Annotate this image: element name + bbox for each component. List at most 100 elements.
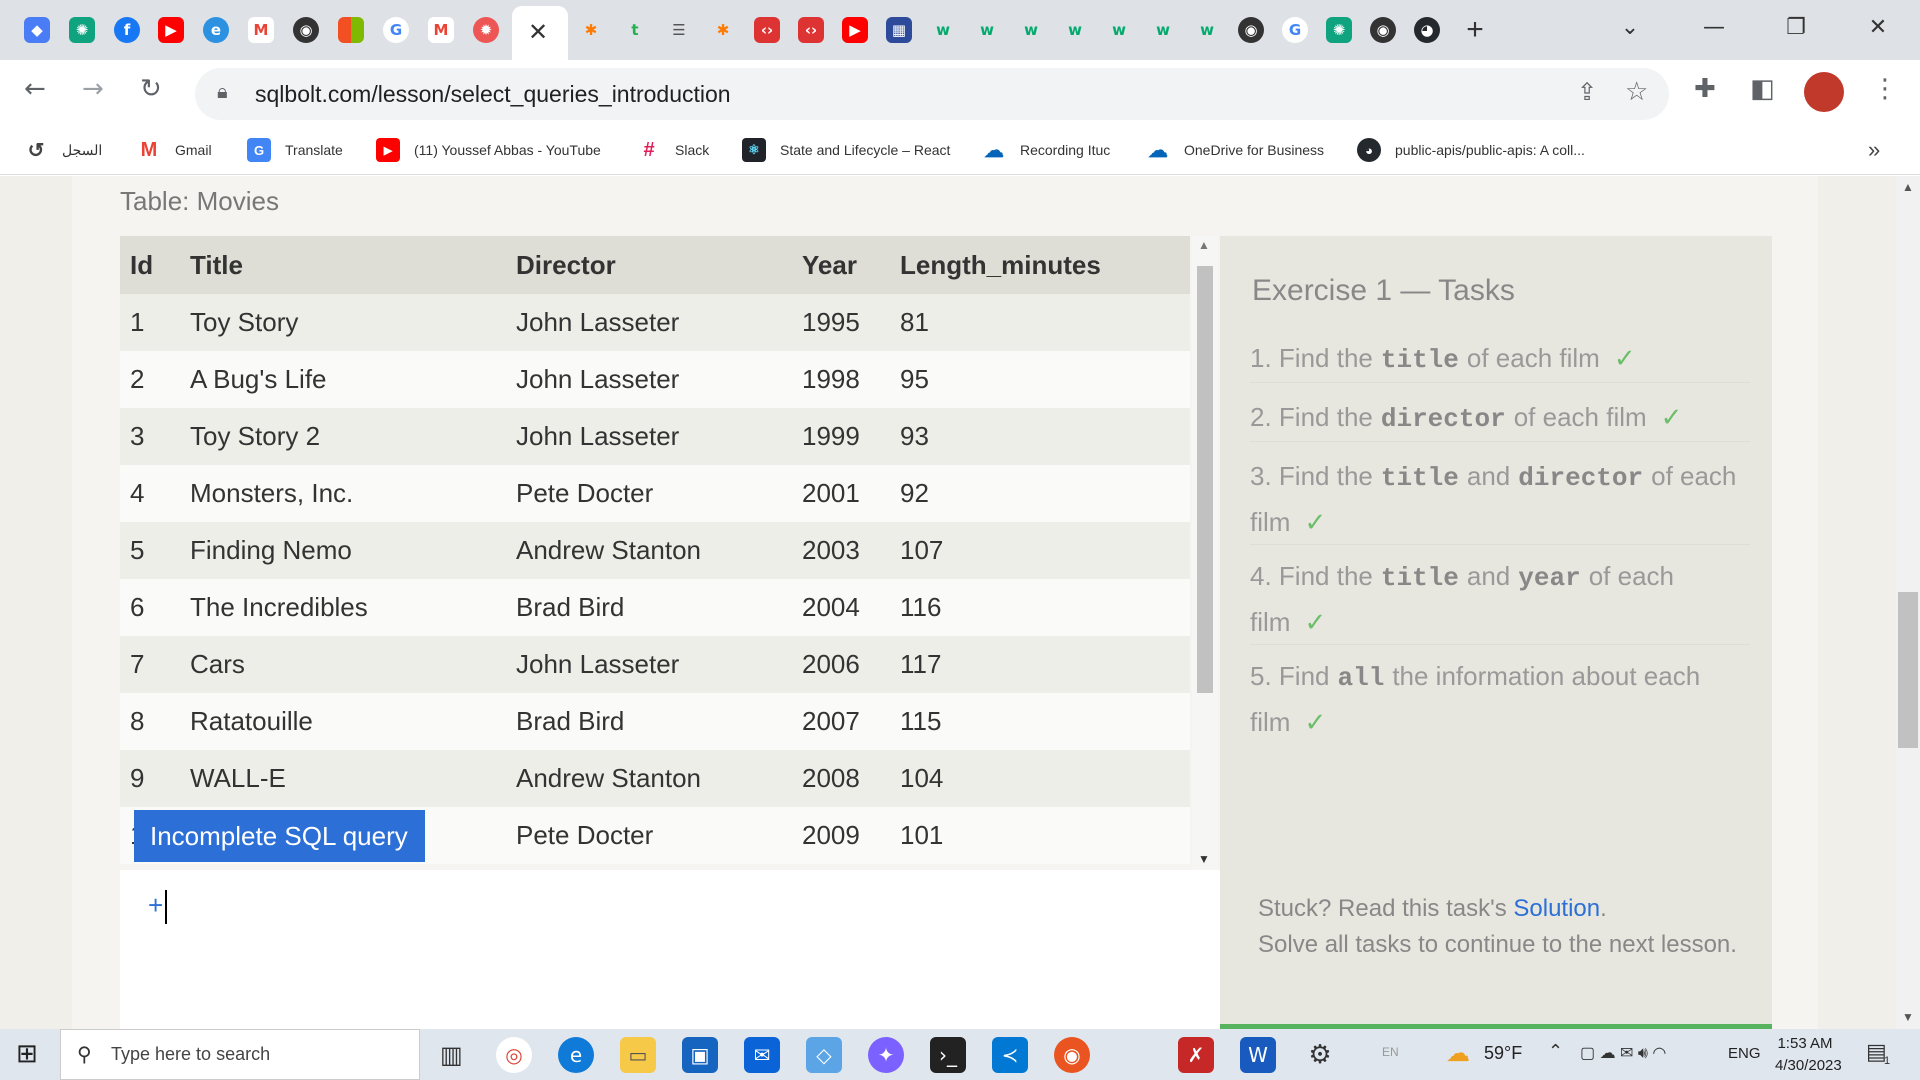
lock-icon[interactable]: 🔒︎ [217,81,228,104]
windows-taskbar: ⊞ ⚲ Type here to search ▥ ◎ e ▭ ▣ ✉ ◇ ✦ … [0,1029,1920,1080]
reload-icon[interactable]: ↻ [140,74,162,104]
page-scrollbar[interactable]: ▲ ▼ [1896,176,1920,1029]
side-panel-icon[interactable]: ◧ [1750,74,1775,104]
vscode-icon[interactable]: ≺ [992,1037,1028,1073]
back-icon[interactable]: ← [24,74,46,104]
terminal-icon[interactable]: ›_ [930,1037,966,1073]
input-indicator[interactable]: EN [1382,1045,1399,1059]
forward-icon[interactable]: → [82,74,104,104]
language-indicator[interactable]: ENG [1728,1045,1761,1062]
sql-editor[interactable]: + [120,870,1220,1029]
table-cell: 2 [120,351,180,408]
tab[interactable]: ✺ [67,12,97,48]
table-cell: Toy Story [180,294,506,351]
tab[interactable]: w [1104,12,1134,48]
bookmark-public-apis[interactable]: ◕ public-apis/public-apis: A coll... [1357,137,1585,163]
clock[interactable]: 1:53 AM 4/30/2023 [1775,1033,1842,1077]
tab[interactable]: ✹ [471,12,501,48]
scroll-up-icon[interactable]: ▲ [1902,180,1914,194]
bookmark-translate[interactable]: G Translate [247,137,343,163]
chevron-up-icon[interactable]: ⌃ [1548,1041,1563,1062]
tab[interactable]: w [1060,12,1090,48]
tab[interactable]: e [201,12,231,48]
table-scrollbar[interactable]: ▲ ▼ [1192,236,1218,870]
tab[interactable]: ‹› [796,12,826,48]
tab-search-icon[interactable]: ⌄ [1600,10,1660,44]
windows-start-icon[interactable]: ⊞ [16,1039,38,1069]
bookmark-youtube[interactable]: ▶ (11) Youssef Abbas - YouTube [376,137,601,163]
scroll-down-icon[interactable]: ▼ [1198,852,1210,866]
scroll-up-icon[interactable]: ▲ [1198,238,1210,252]
extensions-icon[interactable]: ✚ [1694,74,1716,104]
tab[interactable]: ‹› [752,12,782,48]
tab[interactable]: ▶ [840,12,870,48]
bookmark-onedrive[interactable]: ☁ OneDrive for Business [1146,137,1324,163]
tab[interactable]: w [928,12,958,48]
bookmark-recording-ituc[interactable]: ☁ Recording Ituc [982,137,1110,163]
edge-icon[interactable]: e [558,1037,594,1073]
app-icon[interactable]: ✦ [868,1037,904,1073]
menu-icon[interactable]: ⋮ [1872,74,1898,104]
bookmark-history[interactable]: ↺ السجل [24,137,103,163]
new-tab-button[interactable]: + [1460,12,1490,48]
tab[interactable]: ◉ [1368,12,1398,48]
bookmark-gmail[interactable]: M Gmail [137,137,212,163]
pdf-icon[interactable]: ✗ [1178,1037,1214,1073]
tab[interactable]: M [246,12,276,48]
file-explorer-icon[interactable]: ▭ [620,1037,656,1073]
word-icon[interactable]: W [1240,1037,1276,1073]
mail-icon[interactable]: ✉ [744,1037,780,1073]
tab[interactable]: ✱ [708,12,738,48]
tab[interactable]: G [1280,12,1310,48]
bookmark-star-icon[interactable]: ☆ [1625,76,1648,107]
restore-button[interactable]: ❐ [1766,10,1826,44]
system-tray-icons[interactable]: ▢ ☁ ✉ 🔊︎ ◠ [1580,1043,1666,1063]
ubuntu-icon[interactable]: ◉ [1054,1037,1090,1073]
tab[interactable]: w [972,12,1002,48]
store-icon[interactable]: ▣ [682,1037,718,1073]
solution-link[interactable]: Solution [1513,895,1600,922]
avatar[interactable] [1804,72,1844,112]
active-tab[interactable]: ✕ [512,6,568,60]
tab[interactable]: ◆ [22,12,52,48]
browser-toolbar: ← → ↻ 🔒︎ sqlbolt.com/lesson/select_queri… [0,60,1920,127]
tab[interactable]: ✱ [576,12,606,48]
tab[interactable]: G [381,12,411,48]
tab[interactable]: f [112,12,142,48]
more-bookmarks-icon[interactable]: » [1868,137,1880,163]
tab[interactable]: ▦ [884,12,914,48]
weather-text[interactable]: 59°F [1484,1043,1522,1064]
close-icon[interactable]: ✕ [528,18,548,47]
editor-text[interactable]: + [148,890,163,921]
weather-icon[interactable]: ☁ [1446,1039,1470,1068]
tab[interactable]: ☰ [664,12,694,48]
app-icon[interactable]: ◇ [806,1037,842,1073]
scroll-down-icon[interactable]: ▼ [1902,1010,1914,1024]
close-window-button[interactable]: ✕ [1848,10,1908,44]
tab[interactable]: ✺ [1324,12,1354,48]
bookmark-react[interactable]: ⚛ State and Lifecycle – React [742,137,950,163]
bookmark-slack[interactable]: # Slack [637,137,709,163]
address-bar[interactable]: 🔒︎ sqlbolt.com/lesson/select_queries_int… [195,68,1669,120]
tab[interactable]: t [620,12,650,48]
tab[interactable]: w [1016,12,1046,48]
w3schools-icon: w [1112,21,1126,39]
tab[interactable]: ◉ [1236,12,1266,48]
scrollbar-thumb[interactable] [1898,592,1918,748]
tab[interactable]: ◉ [291,12,321,48]
taskbar-search[interactable]: ⚲ Type here to search [60,1029,420,1080]
settings-icon[interactable]: ⚙ [1302,1037,1338,1073]
scrollbar-thumb[interactable] [1197,266,1213,693]
page-viewport: Table: Movies Id Title Director Year Len… [0,176,1896,1029]
tab[interactable]: ▶ [156,12,186,48]
tab[interactable] [336,12,366,48]
tab[interactable]: M [426,12,456,48]
task-view-icon[interactable]: ▥ [440,1041,463,1070]
url-text[interactable]: sqlbolt.com/lesson/select_queries_introd… [255,81,731,108]
tab[interactable]: ◕ [1412,12,1442,48]
share-icon[interactable]: ⇪ [1577,78,1597,107]
tab[interactable]: w [1192,12,1222,48]
tab[interactable]: w [1148,12,1178,48]
minimize-button[interactable]: — [1684,10,1744,44]
chrome-icon[interactable]: ◎ [496,1037,532,1073]
